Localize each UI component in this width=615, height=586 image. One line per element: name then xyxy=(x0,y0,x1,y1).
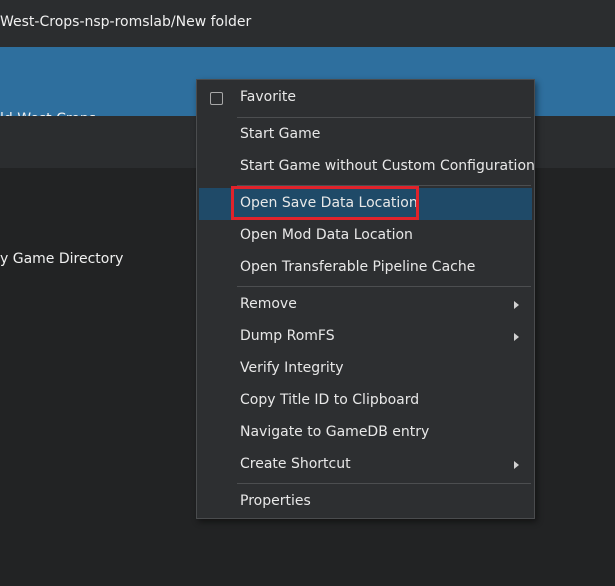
menu-item-label: Create Shortcut xyxy=(240,456,351,472)
menu-item-label: Open Transferable Pipeline Cache xyxy=(240,259,476,275)
menu-separator xyxy=(237,286,531,287)
menu-item-remove[interactable]: Remove xyxy=(199,289,532,321)
favorite-checkbox[interactable] xyxy=(210,92,223,105)
submenu-arrow-icon xyxy=(514,301,519,309)
add-directory-label: y Game Directory xyxy=(0,251,124,267)
menu-item-start-game-without-custom-configuration[interactable]: Start Game without Custom Configuration xyxy=(199,151,535,183)
game-path-label: West-Crops-nsp-romslab/New folder xyxy=(0,14,252,30)
menu-item-navigate-gamedb[interactable]: Navigate to GameDB entry xyxy=(199,417,532,449)
submenu-arrow-icon xyxy=(514,461,519,469)
menu-item-properties[interactable]: Properties xyxy=(199,486,532,518)
menu-item-label: Navigate to GameDB entry xyxy=(240,424,430,440)
context-menu: Favorite Start Game Start Game without C… xyxy=(196,79,535,519)
menu-separator xyxy=(237,185,531,186)
submenu-arrow-icon xyxy=(514,333,519,341)
menu-item-start-game[interactable]: Start Game xyxy=(199,119,532,151)
menu-item-label: Verify Integrity xyxy=(240,360,344,376)
menu-item-label: Remove xyxy=(240,296,297,312)
menu-item-label: Start Game without Custom Configuration xyxy=(240,158,535,174)
menu-item-favorite[interactable]: Favorite xyxy=(199,82,532,114)
menu-item-label: Properties xyxy=(240,493,311,509)
menu-item-dump-romfs[interactable]: Dump RomFS xyxy=(199,321,532,353)
menu-item-copy-title-id[interactable]: Copy Title ID to Clipboard xyxy=(199,385,532,417)
menu-separator xyxy=(237,483,531,484)
menu-item-label: Favorite xyxy=(240,89,296,105)
menu-separator xyxy=(237,117,531,118)
menu-item-open-save-data-location[interactable]: Open Save Data Location xyxy=(199,188,532,220)
menu-item-open-mod-data-location[interactable]: Open Mod Data Location xyxy=(199,220,532,252)
menu-item-label: Start Game xyxy=(240,126,321,142)
menu-item-label: Open Mod Data Location xyxy=(240,227,413,243)
menu-item-create-shortcut[interactable]: Create Shortcut xyxy=(199,449,532,481)
menu-item-label: Copy Title ID to Clipboard xyxy=(240,392,420,408)
game-list-row-path[interactable]: West-Crops-nsp-romslab/New folder xyxy=(0,0,615,47)
menu-item-open-transferable-pipeline-cache[interactable]: Open Transferable Pipeline Cache xyxy=(199,252,532,284)
menu-item-verify-integrity[interactable]: Verify Integrity xyxy=(199,353,532,385)
menu-item-label: Dump RomFS xyxy=(240,328,335,344)
menu-item-label: Open Save Data Location xyxy=(240,195,418,211)
